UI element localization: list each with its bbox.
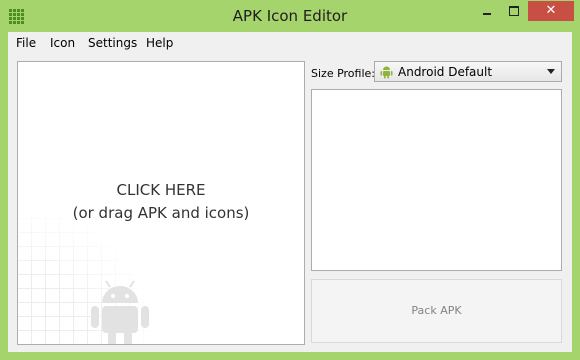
menu-settings[interactable]: Settings: [88, 36, 137, 50]
drop-text-line2: (or drag APK and icons): [72, 204, 250, 222]
icon-drop-area[interactable]: CLICK HERE (or drag APK and icons): [17, 61, 305, 345]
menu-help[interactable]: Help: [146, 36, 173, 50]
menu-icon[interactable]: Icon: [50, 36, 75, 50]
size-profile-value: Android Default: [398, 65, 493, 79]
maximize-button[interactable]: [501, 1, 527, 21]
pack-apk-button[interactable]: Pack APK: [311, 279, 562, 343]
app-window: APK Icon Editor ✕ File Icon Settings Hel…: [0, 0, 580, 360]
close-button[interactable]: ✕: [528, 1, 574, 21]
chevron-down-icon: [547, 69, 555, 74]
minimize-button[interactable]: [474, 1, 500, 21]
android-watermark-icon: [91, 280, 149, 344]
menu-file[interactable]: File: [16, 36, 36, 50]
menu-bar: File Icon Settings Help: [8, 32, 572, 54]
size-profile-label: Size Profile:: [311, 67, 375, 80]
size-profile-select[interactable]: Android Default: [374, 61, 562, 82]
icon-preview-list[interactable]: [311, 89, 562, 271]
title-bar[interactable]: APK Icon Editor ✕: [0, 0, 580, 32]
android-icon: [380, 66, 393, 79]
drop-instructions: CLICK HERE (or drag APK and icons): [18, 179, 304, 225]
drop-text-line1: CLICK HERE: [116, 181, 206, 199]
client-area: File Icon Settings Help CLICK HERE (or d…: [8, 32, 572, 352]
